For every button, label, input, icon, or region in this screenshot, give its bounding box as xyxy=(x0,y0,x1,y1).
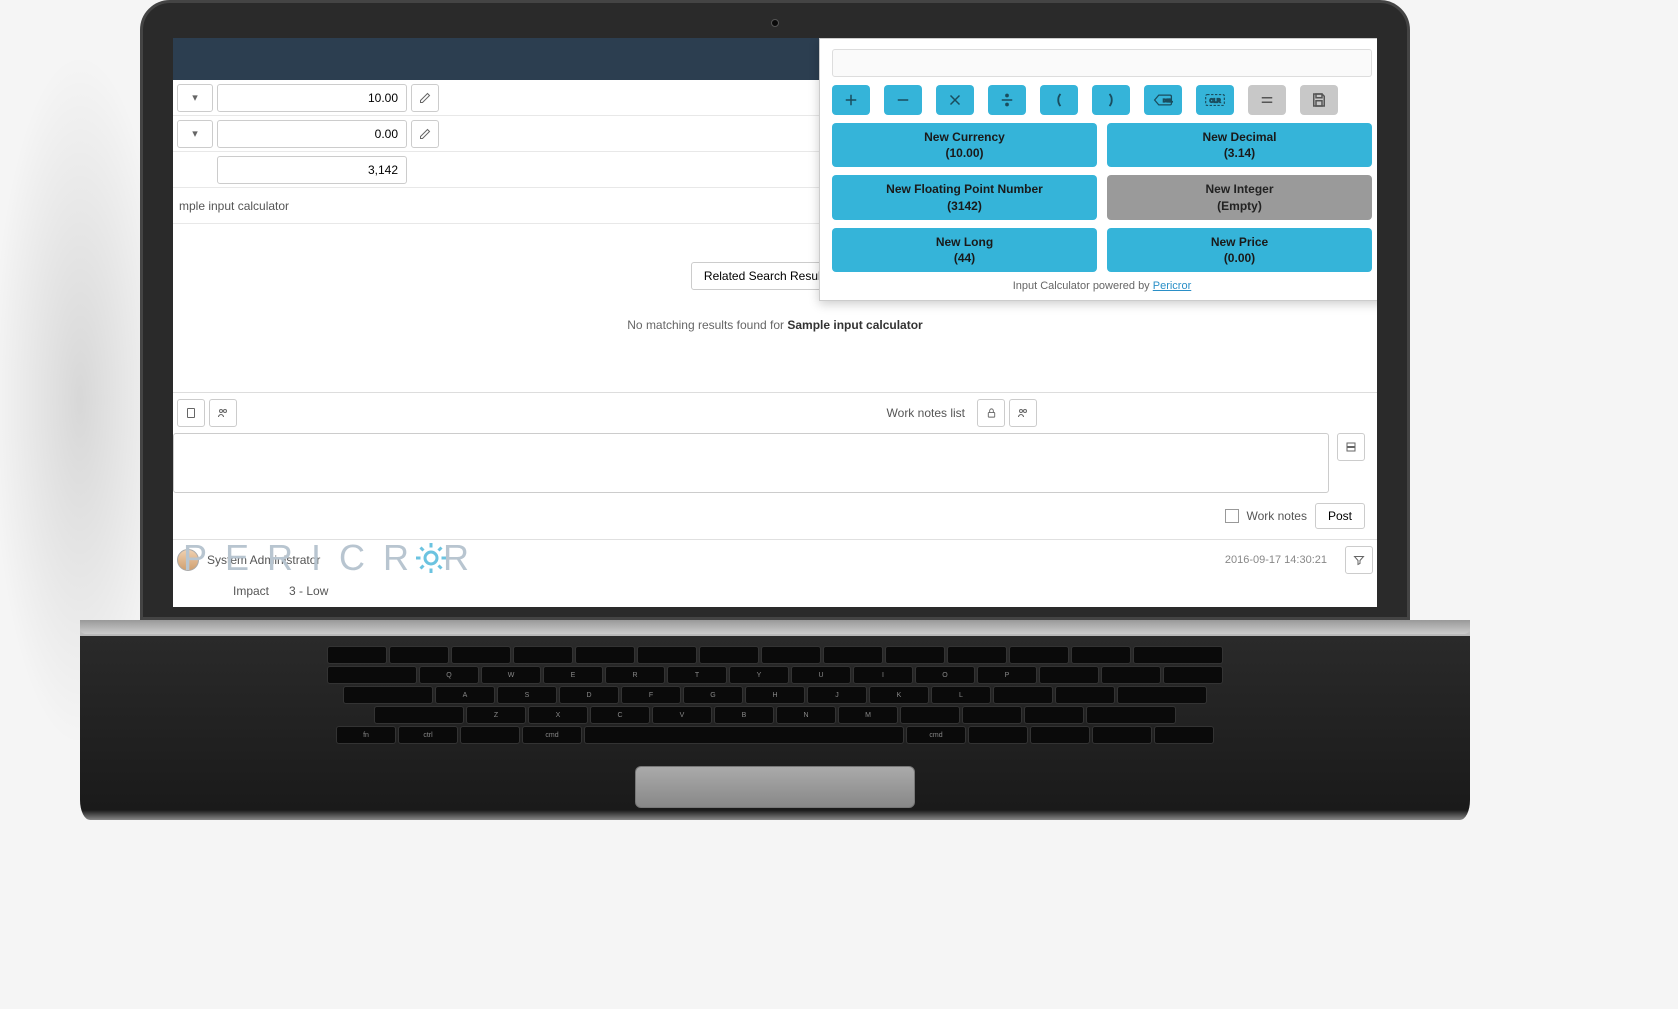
row1-dropdown[interactable]: ▾ xyxy=(177,84,213,112)
clear-icon: CLR xyxy=(1204,93,1226,107)
expand-textarea-button[interactable] xyxy=(1337,433,1365,461)
group-icon-button-right[interactable] xyxy=(1009,399,1037,427)
doc-icon-button[interactable] xyxy=(177,399,205,427)
no-results-message: No matching results found for Sample inp… xyxy=(173,298,1377,352)
people-icon xyxy=(1016,407,1030,419)
calc-op-divide[interactable] xyxy=(988,85,1026,115)
multiply-icon xyxy=(946,91,964,109)
work-notes-checkbox-label: Work notes xyxy=(1247,509,1307,523)
impact-value: 3 - Low xyxy=(289,584,328,598)
calc-value-3[interactable]: New Integer(Empty) xyxy=(1107,175,1372,219)
row1-value-input[interactable] xyxy=(217,84,407,112)
impact-label: Impact xyxy=(233,584,269,598)
row4-text: mple input calculator xyxy=(173,193,295,219)
work-notes-checkbox[interactable] xyxy=(1225,509,1239,523)
calc-op-equals[interactable] xyxy=(1248,85,1286,115)
laptop-trackpad xyxy=(635,766,915,808)
plus-icon xyxy=(842,91,860,109)
row3-value-input[interactable] xyxy=(217,156,407,184)
calc-value-2[interactable]: New Floating Point Number(3142) xyxy=(832,175,1097,219)
calc-value-sub: (10.00) xyxy=(840,145,1089,161)
work-notes-textarea[interactable] xyxy=(173,433,1329,493)
people-icon xyxy=(216,407,230,419)
calc-op-delete[interactable]: DEL xyxy=(1144,85,1182,115)
calc-value-sub: (3142) xyxy=(840,198,1089,214)
pencil-icon xyxy=(419,128,431,140)
row2-value-input[interactable] xyxy=(217,120,407,148)
calc-footer: Input Calculator powered by Pericror xyxy=(832,280,1372,292)
post-button[interactable]: Post xyxy=(1315,503,1365,529)
calc-value-5[interactable]: New Price(0.00) xyxy=(1107,228,1372,272)
document-icon xyxy=(185,407,197,419)
pencil-icon xyxy=(419,92,431,104)
calc-op-plus[interactable] xyxy=(832,85,870,115)
calc-value-title: New Price xyxy=(1115,234,1364,250)
calc-value-sub: (Empty) xyxy=(1115,198,1364,214)
expand-icon xyxy=(1345,441,1357,453)
calc-op-paren-close[interactable] xyxy=(1092,85,1130,115)
calc-op-save[interactable] xyxy=(1300,85,1338,115)
lock-icon-button[interactable] xyxy=(977,399,1005,427)
svg-text:CLR: CLR xyxy=(1210,98,1221,104)
row2-dropdown[interactable]: ▾ xyxy=(177,120,213,148)
paren-open-icon xyxy=(1050,91,1068,109)
calc-value-title: New Integer xyxy=(1115,181,1364,197)
calc-value-4[interactable]: New Long(44) xyxy=(832,228,1097,272)
user-name: System Administrator xyxy=(207,553,320,567)
minus-icon xyxy=(894,91,912,109)
calc-value-title: New Currency xyxy=(840,129,1089,145)
delete-icon: DEL xyxy=(1153,93,1173,107)
row1-edit-button[interactable] xyxy=(411,84,439,112)
filter-button[interactable] xyxy=(1345,546,1373,574)
funnel-icon xyxy=(1353,554,1365,566)
input-calculator-popup: DEL CLR New Currency(10.00)New Decimal(3… xyxy=(819,38,1377,301)
calc-op-paren-open[interactable] xyxy=(1040,85,1078,115)
calc-display[interactable] xyxy=(832,49,1372,77)
row2-edit-button[interactable] xyxy=(411,120,439,148)
calc-value-0[interactable]: New Currency(10.00) xyxy=(832,123,1097,167)
laptop-camera xyxy=(771,19,779,27)
calc-value-sub: (3.14) xyxy=(1115,145,1364,161)
group-icon-button-left[interactable] xyxy=(209,399,237,427)
work-notes-list-label: Work notes list xyxy=(887,406,965,420)
pericror-link[interactable]: Pericror xyxy=(1153,280,1192,292)
calc-op-multiply[interactable] xyxy=(936,85,974,115)
save-icon xyxy=(1310,91,1328,109)
calc-op-minus[interactable] xyxy=(884,85,922,115)
calc-value-1[interactable]: New Decimal(3.14) xyxy=(1107,123,1372,167)
equals-icon xyxy=(1258,91,1276,109)
svg-text:DEL: DEL xyxy=(1163,98,1173,104)
divide-icon xyxy=(998,91,1016,109)
lock-icon xyxy=(986,407,997,419)
calc-value-sub: (0.00) xyxy=(1115,250,1364,266)
avatar xyxy=(177,549,199,571)
calc-value-title: New Decimal xyxy=(1115,129,1364,145)
laptop-keyboard: QWERTYUIOP ASDFGHJKL ZXCVBNM fnctrlcmdcm… xyxy=(250,646,1300,746)
calc-op-clear[interactable]: CLR xyxy=(1196,85,1234,115)
related-search-label: Related Search Results xyxy=(704,269,830,283)
activity-timestamp: 2016-09-17 14:30:21 xyxy=(1225,554,1327,566)
calc-value-title: New Floating Point Number xyxy=(840,181,1089,197)
calc-value-title: New Long xyxy=(840,234,1089,250)
calc-value-sub: (44) xyxy=(840,250,1089,266)
paren-close-icon xyxy=(1102,91,1120,109)
